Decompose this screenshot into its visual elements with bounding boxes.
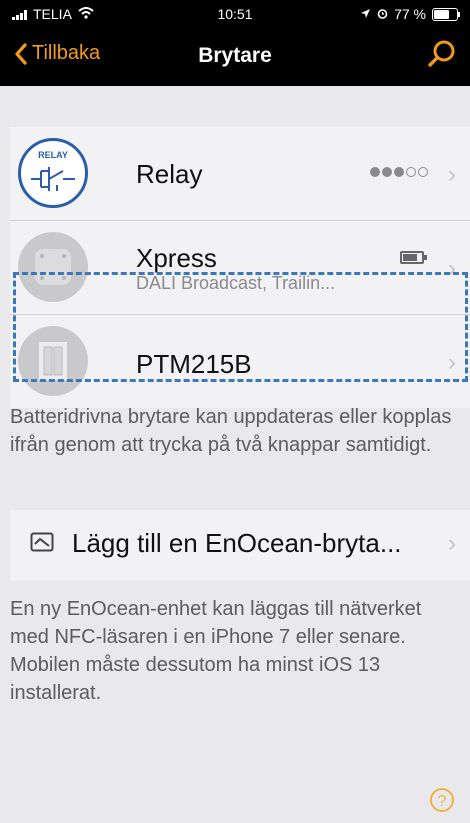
add-enocean-icon [30, 532, 54, 557]
alarm-icon [377, 6, 388, 22]
battery-icon [432, 7, 460, 21]
chevron-right-icon: › [448, 530, 456, 557]
relay-icon-label: RELAY [38, 150, 68, 160]
chevron-right-icon: › [448, 161, 456, 188]
search-icon [428, 40, 455, 67]
navigation-bar: Tillbaka Brytare [0, 28, 470, 86]
signal-dot [382, 167, 392, 177]
status-right-group: 77 % [360, 6, 460, 22]
location-icon [360, 6, 371, 22]
signal-dot [370, 167, 380, 177]
nfc-note: En ny EnOcean-enhet kan läggas till nätv… [10, 598, 422, 704]
signal-dot [418, 167, 428, 177]
signal-dot [394, 167, 404, 177]
switch-name: Xpress [136, 243, 217, 273]
search-button[interactable] [426, 38, 458, 75]
battery-icon [400, 251, 427, 264]
signal-strength-indicator [370, 167, 428, 177]
page-title: Brytare [198, 44, 272, 67]
selection-highlight [13, 272, 468, 382]
relay-icon: RELAY [18, 138, 88, 208]
battery-fill [434, 9, 449, 19]
add-enocean-switch-button[interactable]: Lägg till en EnOcean-bryta... › [10, 510, 470, 581]
battery-note: Batteridrivna brytare kan uppdateras ell… [10, 406, 452, 456]
status-bar: TELIA 10:51 77 % [0, 0, 470, 28]
battery-percent: 77 % [394, 6, 426, 22]
signal-dot [406, 167, 416, 177]
battery-fill [403, 254, 417, 261]
list-item-relay[interactable]: RELAY Relay › [10, 127, 470, 221]
help-button[interactable]: ? [430, 788, 454, 812]
switch-name: Relay [136, 159, 203, 189]
add-enocean-label: Lägg till en EnOcean-bryta... [72, 528, 402, 558]
